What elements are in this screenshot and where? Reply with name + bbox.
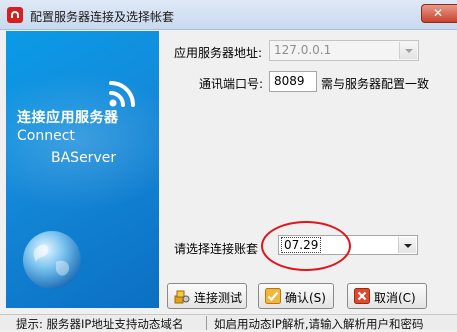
port-value: 8089 [274, 74, 305, 88]
wireless-signal-icon [109, 81, 135, 107]
chevron-down-icon[interactable] [399, 42, 417, 59]
close-button[interactable]: ✕ [421, 4, 457, 23]
app-icon [7, 7, 23, 23]
port-label: 通讯端口号: [199, 77, 264, 91]
confirm-label: 确认(S) [285, 291, 326, 305]
brand-panel: 连接应用服务器 Connect BAServer [6, 31, 159, 308]
close-icon: ✕ [433, 6, 444, 20]
window-title: 配置服务器连接及选择帐套 [30, 10, 175, 24]
brand-title-en-line1: Connect [17, 128, 75, 144]
test-connection-label: 连接测试 [194, 291, 243, 305]
server-address-label: 应用服务器地址: [174, 46, 263, 60]
status-divider [206, 316, 207, 330]
port-input[interactable]: 8089 [269, 71, 317, 92]
cancel-label: 取消(C) [374, 291, 416, 305]
chevron-down-icon[interactable] [398, 237, 416, 253]
status-bar: 提示: 服务器IP地址支持动态域名 如启用动态IP解析,请输入解析用户和密码 [0, 314, 457, 331]
cancel-icon [354, 288, 370, 304]
test-connection-button[interactable]: 连接测试 [167, 283, 247, 309]
server-address-select[interactable]: 127.0.0.1 [269, 40, 419, 61]
annotation-circle [261, 221, 351, 271]
cancel-button[interactable]: 取消(C) [347, 283, 427, 309]
test-connection-icon [174, 290, 190, 304]
brand-title-en-line2: BAServer [51, 150, 117, 166]
server-address-value: 127.0.0.1 [274, 43, 332, 57]
globe-icon [23, 231, 81, 289]
port-hint: 需与服务器配置一致 [321, 77, 430, 91]
confirm-button[interactable]: 确认(S) [258, 283, 334, 309]
title-bar: 配置服务器连接及选择帐套 ✕ [0, 0, 457, 30]
checkmark-icon [265, 288, 281, 304]
account-label: 请选择连接账套 [174, 242, 259, 256]
brand-title-cn: 连接应用服务器 [17, 110, 119, 126]
